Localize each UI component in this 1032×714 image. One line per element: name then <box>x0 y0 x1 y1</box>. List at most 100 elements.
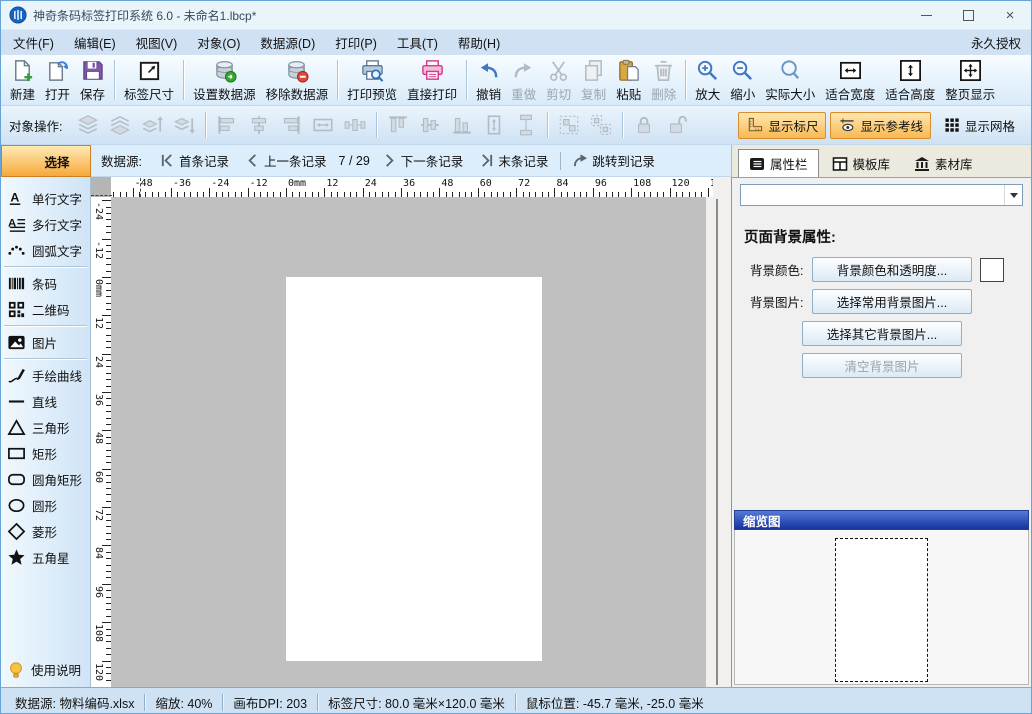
zoom-in-button[interactable]: 放大 <box>690 56 725 104</box>
menu-edit[interactable]: 编辑(E) <box>64 30 126 55</box>
minimize-icon <box>921 15 932 16</box>
thumbnail-section: 缩览图 <box>734 510 1029 685</box>
status-bar: 数据源: 物料编码.xlsx缩放: 40%画布DPI: 203标签尺寸: 80.… <box>1 687 1031 714</box>
tool-rect[interactable]: 矩形 <box>1 440 90 466</box>
v-spacing-icon <box>510 111 542 139</box>
tool-star[interactable]: 五角星 <box>1 544 90 570</box>
save-button[interactable]: 保存 <box>75 56 110 104</box>
tool-sidebar: A单行文字A多行文字圆弧文字条码二维码图片手绘曲线直线三角形矩形圆角矩形圆形菱形… <box>1 177 91 687</box>
clear-bg-button: 清空背景图片 <box>802 353 962 378</box>
bg-color-button[interactable]: 背景颜色和透明度... <box>812 257 972 282</box>
bg-image-row-3: 清空背景图片 <box>802 353 1021 378</box>
menu-file[interactable]: 文件(F) <box>3 30 64 55</box>
toggle-show-grid[interactable]: 显示网格 <box>935 112 1023 139</box>
label-size-button[interactable]: 标签尺寸 <box>119 56 179 104</box>
new-doc-button[interactable]: 新建 <box>5 56 40 104</box>
toggle-show-guides[interactable]: 显示参考线 <box>830 112 931 139</box>
star-icon <box>7 548 26 567</box>
nav-divider <box>560 152 561 170</box>
canvas-area: -48-36-24-120mm1224364860728496108120132… <box>91 177 731 687</box>
tool-barcode[interactable]: 条码 <box>1 270 90 296</box>
nav-next-record[interactable]: 下一条记录 <box>374 151 472 170</box>
multi-line-text-icon: A <box>7 215 26 234</box>
ruler-tick <box>102 239 111 240</box>
tool-circle[interactable]: 圆形 <box>1 492 90 518</box>
menu-tools[interactable]: 工具(T) <box>387 30 448 55</box>
print-preview-button[interactable]: 打印预览 <box>342 56 402 104</box>
tool-qrcode[interactable]: 二维码 <box>1 296 90 322</box>
tool-rounded-rect[interactable]: 圆角矩形 <box>1 466 90 492</box>
rounded-rect-icon <box>7 470 26 489</box>
fit-height-button[interactable]: 适合高度 <box>880 56 940 104</box>
status-datasource: 数据源: 物料编码.xlsx <box>5 693 144 712</box>
ruler-tick <box>286 188 287 197</box>
bg-color-swatch[interactable] <box>980 258 1004 282</box>
tool-rounded-rect-label: 圆角矩形 <box>32 470 82 489</box>
fit-width-button[interactable]: 适合宽度 <box>820 56 880 104</box>
nav-prev-record[interactable]: 上一条记录 <box>237 151 335 170</box>
align-bottom-icon <box>446 111 478 139</box>
image-icon <box>7 333 26 352</box>
object-toolbar-separator <box>376 112 377 138</box>
bg-image-row: 背景图片: 选择常用背景图片... <box>742 289 1021 314</box>
tool-image[interactable]: 图片 <box>1 329 90 355</box>
menu-datasource[interactable]: 数据源(D) <box>250 30 325 55</box>
remove-datasource-button[interactable]: 移除数据源 <box>261 56 334 104</box>
choose-common-bg-button[interactable]: 选择常用背景图片... <box>812 289 972 314</box>
tab-properties[interactable]: 属性栏 <box>738 149 819 177</box>
open-doc-button[interactable]: 打开 <box>40 56 75 104</box>
tool-triangle[interactable]: 三角形 <box>1 414 90 440</box>
tab-materials[interactable]: 素材库 <box>903 149 984 177</box>
copy-icon <box>581 58 606 83</box>
undo-button[interactable]: 撤销 <box>471 56 506 104</box>
menu-print[interactable]: 打印(P) <box>325 30 387 55</box>
menu-object[interactable]: 对象(O) <box>187 30 250 55</box>
set-datasource-button[interactable]: 设置数据源 <box>188 56 261 104</box>
paste-button[interactable]: 粘贴 <box>611 56 646 104</box>
delete-label: 删除 <box>651 84 676 103</box>
label-page[interactable] <box>286 277 542 661</box>
fit-height-label: 适合高度 <box>885 84 935 103</box>
save-label: 保存 <box>80 84 105 103</box>
nav-last-record[interactable]: 末条记录 <box>471 151 556 170</box>
ruler-tick <box>102 392 111 393</box>
nav-goto-record[interactable]: 跳转到记录 <box>565 151 663 170</box>
zoom-actual-button[interactable]: 实际大小 <box>760 56 820 104</box>
zoom-out-button[interactable]: 缩小 <box>725 56 760 104</box>
choose-other-bg-button[interactable]: 选择其它背景图片... <box>802 321 962 346</box>
maximize-button[interactable] <box>947 1 989 29</box>
vertical-scrollbar[interactable] <box>706 197 731 687</box>
tab-templates[interactable]: 模板库 <box>821 149 902 177</box>
ungroup-icon <box>585 111 617 139</box>
tool-curve[interactable]: 手绘曲线 <box>1 362 90 388</box>
minimize-button[interactable] <box>905 1 947 29</box>
design-canvas[interactable] <box>111 197 706 687</box>
ruler-label: 24 <box>93 356 104 368</box>
scrollbar-thumb[interactable] <box>716 199 718 685</box>
zoom-out-icon <box>730 58 755 83</box>
dropdown-arrow-zone[interactable] <box>1004 185 1022 205</box>
tab-templates-label: 模板库 <box>853 154 891 173</box>
tool-arc-text[interactable]: 圆弧文字 <box>1 237 90 263</box>
tool-diamond[interactable]: 菱形 <box>1 518 90 544</box>
ruler-tick <box>670 188 671 197</box>
copy-button: 复制 <box>576 56 611 104</box>
tool-multi-line-text[interactable]: A多行文字 <box>1 211 90 237</box>
fit-page-button[interactable]: 整页显示 <box>940 56 1000 104</box>
help-button[interactable]: 使用说明 <box>7 660 81 679</box>
menu-view[interactable]: 视图(V) <box>126 30 188 55</box>
tool-line[interactable]: 直线 <box>1 388 90 414</box>
toggle-show-ruler[interactable]: 显示标尺 <box>738 112 826 139</box>
cut-icon <box>546 58 571 83</box>
close-button[interactable]: × <box>989 1 1031 29</box>
select-tool-button[interactable]: 选择 <box>1 145 91 177</box>
tool-diamond-label: 菱形 <box>32 522 57 541</box>
nav-first-record[interactable]: 首条记录 <box>152 151 237 170</box>
cut-label: 剪切 <box>546 84 571 103</box>
ruler-label: 108 <box>633 178 651 189</box>
object-selector-dropdown[interactable] <box>740 184 1023 206</box>
menu-help[interactable]: 帮助(H) <box>448 30 510 55</box>
direct-print-button[interactable]: 直接打印 <box>402 56 462 104</box>
ruler-label: -12 <box>93 241 104 259</box>
tool-single-line-text[interactable]: A单行文字 <box>1 185 90 211</box>
